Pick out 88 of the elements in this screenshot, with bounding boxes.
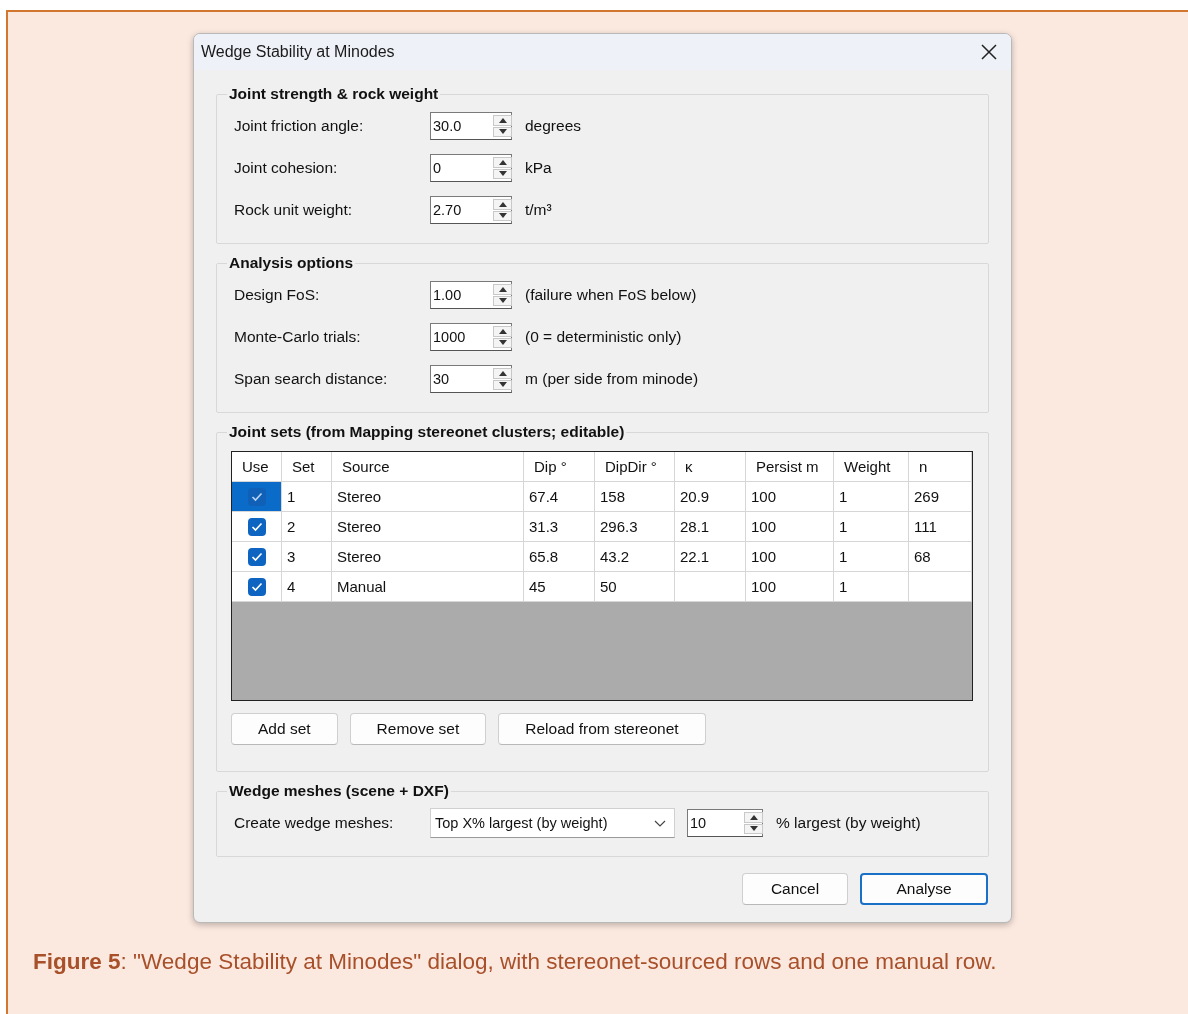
up-triangle-icon <box>498 117 507 123</box>
down-triangle-icon <box>498 340 507 346</box>
action-button[interactable]: Remove set <box>349 713 487 745</box>
spin-down-button[interactable] <box>493 379 512 390</box>
field-label: Joint cohesion: <box>234 159 339 177</box>
down-triangle-icon <box>498 213 507 219</box>
spin-box[interactable]: 2.70 <box>430 196 512 224</box>
group-title: Analysis options <box>228 254 355 272</box>
table-cell: 4 <box>282 572 332 602</box>
checkbox[interactable] <box>247 547 266 566</box>
action-button[interactable]: Reload from stereonet <box>498 713 706 745</box>
number-field[interactable]: 30.0 <box>431 113 493 139</box>
group-title: Joint sets (from Mapping stereonet clusters; editable) <box>228 423 626 441</box>
spin-up-button[interactable] <box>493 368 512 379</box>
spin-up-button[interactable] <box>744 812 763 823</box>
unit-label: degrees <box>525 117 581 135</box>
up-triangle-icon <box>498 370 507 376</box>
up-triangle-icon <box>498 159 507 165</box>
field-label: Joint friction angle: <box>234 117 365 135</box>
spin-box[interactable]: 10 <box>687 809 763 837</box>
spin-down-button[interactable] <box>493 295 512 306</box>
checkbox[interactable] <box>247 517 266 536</box>
table-cell: 45 <box>524 572 595 602</box>
number-field[interactable]: 0 <box>431 155 493 181</box>
number-field[interactable]: 1000 <box>431 324 493 350</box>
checkbox[interactable] <box>247 577 266 596</box>
window-title: Wedge Stability at Minodes <box>201 43 395 61</box>
table-cell: Manual <box>332 572 524 602</box>
spin-up-button[interactable] <box>493 199 512 210</box>
spin-up-button[interactable] <box>493 326 512 337</box>
group-title: Wedge meshes (scene + DXF) <box>228 782 450 800</box>
spin-box[interactable]: 30.0 <box>430 112 512 140</box>
down-triangle-icon <box>498 382 507 388</box>
action-button[interactable]: Add set <box>231 713 338 745</box>
unit-label: (0 = deterministic only) <box>525 328 682 346</box>
table-cell: 50 <box>595 572 675 602</box>
down-triangle-icon <box>749 826 758 832</box>
spin-down-button[interactable] <box>493 126 512 137</box>
spin-box[interactable]: 1000 <box>430 323 512 351</box>
table-cell[interactable] <box>232 572 282 602</box>
field-label: Rock unit weight: <box>234 201 354 219</box>
field-label: Monte-Carlo trials: <box>234 328 362 346</box>
checkmark-icon <box>250 581 263 592</box>
close-icon <box>981 44 997 60</box>
checkmark-icon <box>250 491 263 502</box>
spin-box[interactable]: 0 <box>430 154 512 182</box>
table-cell: 1 <box>834 572 909 602</box>
dropdown[interactable]: Top X% largest (by weight) <box>430 808 675 838</box>
spin-box[interactable]: 30 <box>430 365 512 393</box>
down-triangle-icon <box>498 298 507 304</box>
up-triangle-icon <box>498 201 507 207</box>
dialog-button[interactable]: Cancel <box>742 873 848 905</box>
number-field[interactable]: 10 <box>688 810 744 836</box>
table-cell <box>909 572 972 602</box>
down-triangle-icon <box>498 129 507 135</box>
dialog-button[interactable]: Analyse <box>860 873 988 905</box>
up-triangle-icon <box>498 328 507 334</box>
checkmark-icon <box>250 551 263 562</box>
field-label: Create wedge meshes: <box>234 814 395 832</box>
spin-box[interactable]: 1.00 <box>430 281 512 309</box>
spin-down-button[interactable] <box>493 210 512 221</box>
unit-label: % largest (by weight) <box>776 814 921 832</box>
field-label: Span search distance: <box>234 370 389 388</box>
field-label: Design FoS: <box>234 286 321 304</box>
unit-label: m (per side from minode) <box>525 370 699 388</box>
table-cell <box>675 572 746 602</box>
up-triangle-icon <box>498 286 507 292</box>
spin-up-button[interactable] <box>493 284 512 295</box>
figure-caption: Figure 5: "Wedge Stability at Minodes" dialog, with stereonet-sourced rows and one manual row. <box>33 949 998 975</box>
spin-up-button[interactable] <box>493 157 512 168</box>
checkbox[interactable] <box>247 487 266 506</box>
up-triangle-icon <box>749 814 758 820</box>
spin-down-button[interactable] <box>744 823 763 834</box>
down-triangle-icon <box>498 171 507 177</box>
number-field[interactable]: 2.70 <box>431 197 493 223</box>
spin-up-button[interactable] <box>493 115 512 126</box>
spin-down-button[interactable] <box>493 337 512 348</box>
checkmark-icon <box>250 521 263 532</box>
spin-down-button[interactable] <box>493 168 512 179</box>
chevron-icon <box>654 819 666 827</box>
group-title: Joint strength & rock weight <box>228 85 440 103</box>
unit-label: kPa <box>525 159 552 177</box>
number-field[interactable]: 1.00 <box>431 282 493 308</box>
table-cell: 100 <box>746 572 834 602</box>
table-cell[interactable] <box>232 482 282 512</box>
unit-label: (failure when FoS below) <box>525 286 697 304</box>
number-field[interactable]: 30 <box>431 366 493 392</box>
unit-label: t/m³ <box>525 201 552 219</box>
